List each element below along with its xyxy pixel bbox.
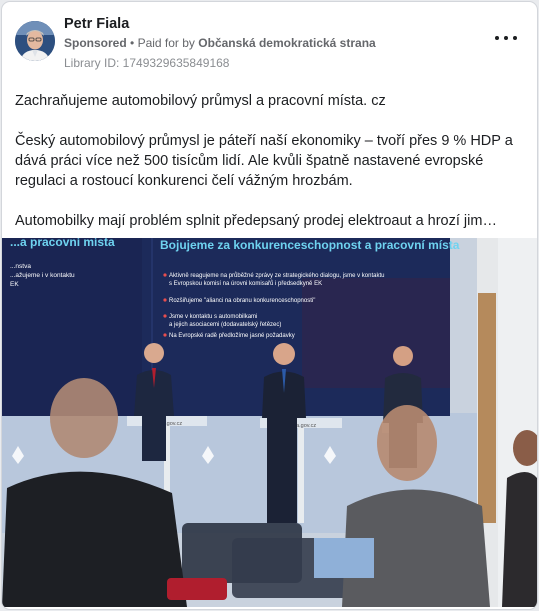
post-paragraph: Český automobilový průmysl je páteří naš… [15, 133, 513, 189]
screen-bullet: a jejich asociacemi (dodavatelský řetěze… [169, 322, 281, 328]
post-image[interactable]: ...a pracovní místa ...nstva ...ažujeme … [2, 238, 537, 607]
screen-bullet: s Evropskou komisí na úrovni komisařů i … [169, 280, 322, 287]
post-header: Petr Fiala Sponsored • Paid for by Občan… [2, 2, 537, 76]
avatar-portrait-icon [15, 21, 55, 61]
sponsor-info: Sponsored • Paid for by Občanská demokra… [64, 36, 376, 50]
screen-left-title: ...a pracovní místa [10, 238, 115, 249]
screen-bullet: Jsme v kontaktu s automobilkami [169, 314, 257, 320]
post-paragraph: Zachraňujeme automobilový průmysl a prac… [15, 93, 386, 109]
sponsored-label: Sponsored [64, 36, 127, 50]
ad-post-card: Petr Fiala Sponsored • Paid for by Občan… [1, 1, 538, 610]
screen-title: Bojujeme za konkurenceschopnost a pracov… [160, 238, 460, 252]
screen-left-line: EK [10, 281, 19, 288]
press-conference-photo: ...a pracovní místa ...nstva ...ažujeme … [2, 238, 537, 607]
more-options-icon[interactable] [495, 32, 517, 44]
screen-bullet: Na Evropské radě předložíme jasné požada… [169, 333, 295, 339]
library-id: Library ID: 1749329635849168 [64, 56, 230, 70]
screen-left-line: ...ažujeme i v kontaktu [10, 272, 75, 279]
paid-for-label: Paid for by [137, 36, 195, 50]
post-paragraph-truncated[interactable]: Automobilky mají problém splnit předepsa… [15, 211, 527, 231]
advertiser-name[interactable]: Občanská demokratická strana [198, 36, 375, 50]
author-avatar[interactable] [15, 21, 55, 61]
author-name[interactable]: Petr Fiala [64, 16, 129, 32]
separator-dot: • [130, 36, 135, 50]
post-body: Zachraňujeme automobilový průmysl a prac… [15, 91, 527, 231]
screen-left-line: ...nstva [10, 263, 31, 270]
screen-bullet: Rozšiřujeme "alianci na obranu konkurenc… [169, 298, 315, 304]
screen-bullet: Aktivně reagujeme na průběžné zprávy ze … [169, 272, 384, 279]
